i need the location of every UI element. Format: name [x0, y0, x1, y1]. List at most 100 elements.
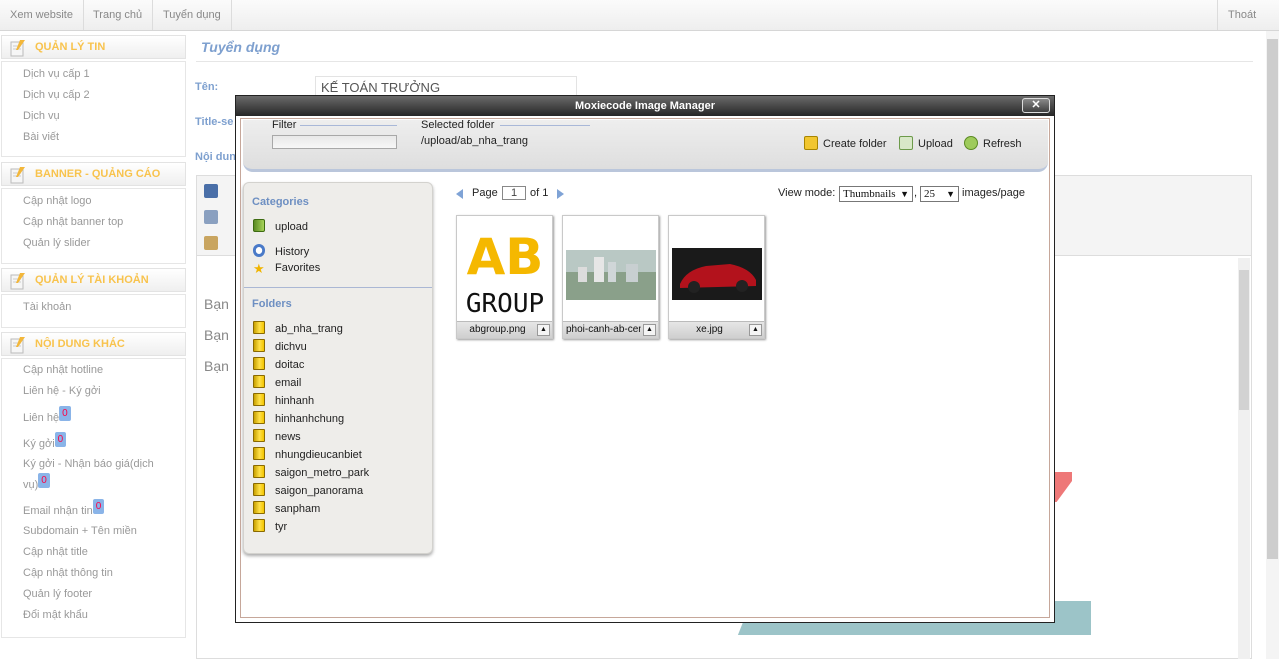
filter-label: Filter [272, 119, 297, 131]
folder-label: nhungdieucanbiet [275, 449, 362, 461]
sidebar-item[interactable]: Cập nhật hotline [23, 364, 103, 376]
title-seo-label: Title-se [195, 116, 234, 128]
folders-heading: Folders [252, 298, 292, 310]
image-thumbnail[interactable]: phoi-canh-ab-cen ▲ [562, 215, 659, 339]
top-bar: Xem website Trang chủ Tuyển dụng Thoát [0, 0, 1279, 31]
next-page-icon[interactable] [557, 189, 564, 199]
sidebar-item[interactable]: vụ) 0 [23, 473, 50, 493]
menu-arrow-icon[interactable]: ▲ [749, 324, 762, 336]
count-badge: 0 [59, 406, 71, 421]
folder-item[interactable]: nhungdieucanbiet [253, 447, 362, 461]
close-button[interactable]: ✕ [1022, 98, 1050, 113]
content-text: Bạn [204, 327, 229, 343]
scrollbar-thumb[interactable] [1239, 270, 1249, 410]
logout-link[interactable]: Thoát [1217, 0, 1266, 30]
folder-item[interactable]: doitac [253, 357, 304, 371]
thumbnail-caption: xe.jpg ▲ [669, 321, 764, 338]
sidebar-item[interactable]: Email nhận tin 0 [23, 499, 105, 519]
sidebar-item[interactable]: Liên hệ - Ký gởi [23, 385, 101, 397]
sidebar-item[interactable]: Cập nhật thông tin [23, 567, 113, 579]
folder-item[interactable]: saigon_metro_park [253, 465, 369, 479]
folder-item[interactable]: hinhanh [253, 393, 314, 407]
create-folder-button[interactable]: Create folder [804, 136, 887, 150]
edit-icon[interactable] [204, 236, 218, 250]
page-number-input[interactable]: 1 [502, 186, 526, 200]
sidebar-item[interactable]: Dịch vụ [23, 110, 60, 122]
refresh-button[interactable]: Refresh [964, 136, 1022, 150]
sidebar-section-news: QUẢN LÝ TIN [1, 35, 186, 59]
sidebar-item[interactable]: Ký gởi 0 [23, 432, 67, 452]
scrollbar-thumb[interactable] [1267, 39, 1278, 559]
sidebar-item[interactable]: Tài khoản [23, 301, 71, 313]
folder-item[interactable]: tyr [253, 519, 287, 533]
ab-group-logo-image: AB GROUP [460, 222, 550, 318]
sidebar-item[interactable]: Bài viết [23, 131, 59, 143]
menu-arrow-icon[interactable]: ▲ [643, 324, 656, 336]
note-pencil-icon [10, 337, 25, 354]
upload-button[interactable]: Upload [899, 136, 953, 150]
menu-arrow-icon[interactable]: ▲ [537, 324, 550, 336]
view-mode-select[interactable]: Thumbnails ▼ [839, 186, 913, 202]
separator-comma: , [914, 187, 918, 199]
note-pencil-icon [10, 40, 25, 57]
folder-icon [253, 447, 265, 460]
sidebar-section-title: NỘI DUNG KHÁC [35, 338, 125, 350]
folder-item[interactable]: hinhanhchung [253, 411, 344, 425]
folder-icon [253, 393, 265, 406]
panel-divider [244, 287, 432, 288]
folder-item[interactable]: saigon_panorama [253, 483, 363, 497]
category-favorites[interactable]: ★ Favorites [253, 262, 320, 276]
sidebar-item[interactable]: Dịch vụ cấp 1 [23, 68, 90, 80]
note-pencil-icon [10, 167, 25, 184]
button-label: Create folder [823, 138, 887, 150]
category-upload[interactable]: upload [253, 219, 308, 233]
sidebar-item[interactable]: Cập nhật title [23, 546, 88, 558]
content-label: Nội dun [195, 151, 236, 163]
note-pencil-icon [10, 273, 25, 290]
sidebar-section-other: NỘI DUNG KHÁC [1, 332, 186, 356]
cut-icon[interactable] [204, 210, 218, 224]
file-name: xe.jpg [696, 324, 723, 335]
sidebar-list: Tài khoản [1, 294, 186, 328]
title-divider [196, 61, 1253, 62]
per-page-select[interactable]: 25 ▼ [920, 186, 959, 202]
sidebar-item[interactable]: Đổi mật khẩu [23, 609, 88, 621]
folder-item[interactable]: dichvu [253, 339, 307, 353]
image-thumbnail[interactable]: xe.jpg ▲ [668, 215, 765, 339]
sidebar-item[interactable]: Cập nhật banner top [23, 216, 123, 228]
home-link[interactable]: Trang chủ [83, 0, 154, 30]
folder-item[interactable]: email [253, 375, 301, 389]
folder-label: news [275, 431, 301, 443]
select-value: Thumbnails [843, 188, 896, 200]
sidebar-item[interactable]: Subdomain + Tên miền [23, 525, 137, 537]
count-badge: 0 [54, 432, 67, 447]
editor-scrollbar[interactable] [1238, 258, 1250, 659]
folder-label: doitac [275, 359, 305, 371]
recruitment-link[interactable]: Tuyển dụng [153, 0, 232, 30]
save-icon[interactable] [204, 184, 218, 198]
sidebar-section-accounts: QUẢN LÝ TÀI KHOẢN [1, 268, 186, 292]
sidebar-item[interactable]: Ký gởi - Nhận báo giá(dịch [23, 458, 154, 470]
category-label: upload [275, 221, 309, 233]
category-label: History [275, 246, 310, 258]
image-thumbnail[interactable]: AB GROUP abgroup.png ▲ [456, 215, 553, 339]
sidebar-item[interactable]: Quản lý slider [23, 237, 90, 249]
red-car-image [672, 222, 762, 318]
sidebar-item[interactable]: Liên hệ 0 [23, 406, 71, 426]
sidebar-item[interactable]: Quản lý footer [23, 588, 92, 600]
view-website-link[interactable]: Xem website [0, 0, 84, 30]
category-history[interactable]: History [253, 244, 309, 258]
clock-icon [253, 244, 265, 257]
sidebar-item[interactable]: Cập nhật logo [23, 195, 92, 207]
folder-item[interactable]: sanpham [253, 501, 320, 515]
sidebar-list: Cập nhật logo Cập nhật banner top Quản l… [1, 188, 186, 264]
sidebar-item[interactable]: Dịch vụ cấp 2 [23, 89, 90, 101]
previous-page-icon[interactable] [456, 189, 463, 199]
thumbnail-caption: abgroup.png ▲ [457, 321, 552, 338]
folder-item[interactable]: ab_nha_trang [253, 321, 343, 335]
page-scrollbar[interactable] [1266, 31, 1279, 659]
folder-item[interactable]: news [253, 429, 301, 443]
view-mode-label: View mode: [778, 187, 836, 199]
filter-input[interactable] [272, 135, 397, 149]
page-title: Tuyển dụng [201, 39, 281, 55]
